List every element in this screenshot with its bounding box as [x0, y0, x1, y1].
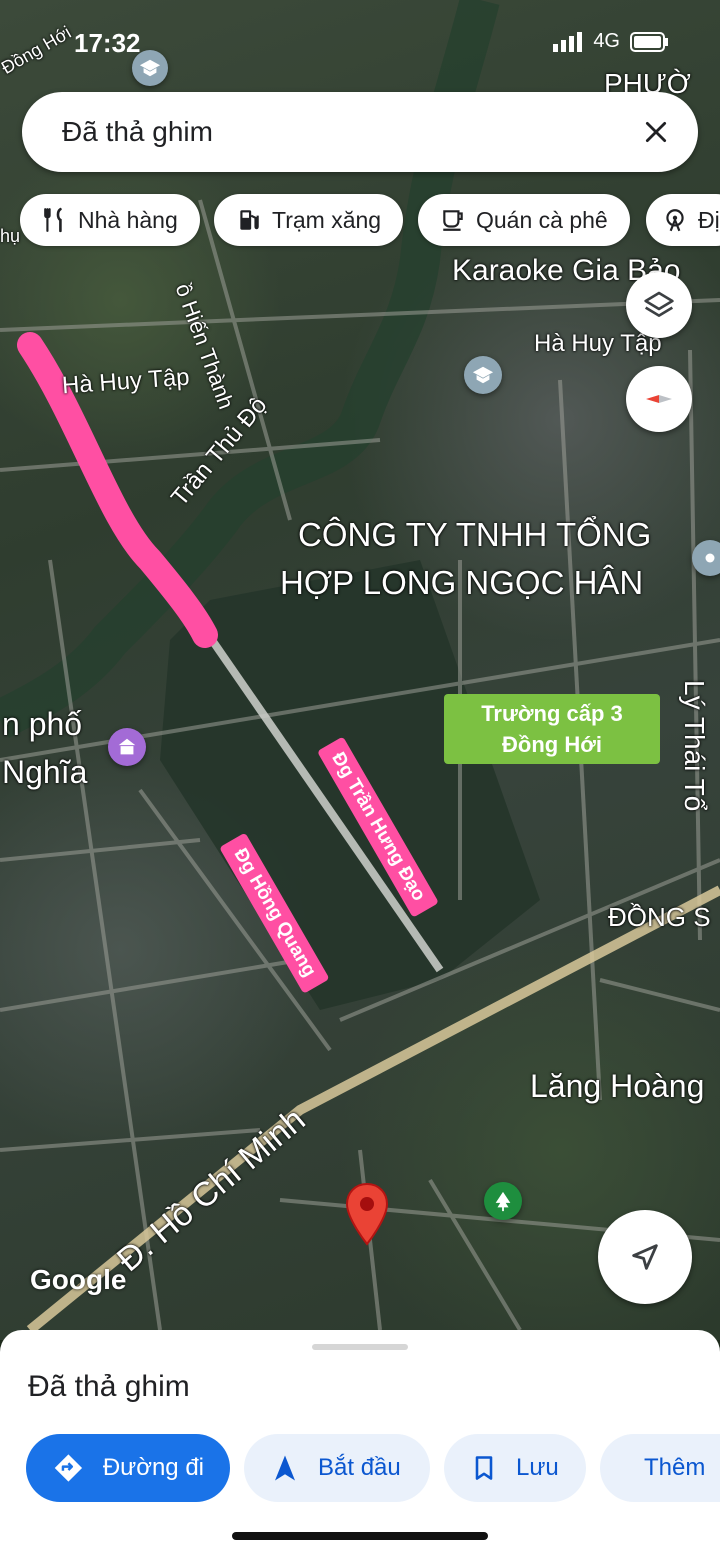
map-label-pho-line1: n phố — [2, 706, 83, 742]
chip-restaurants[interactable]: Nhà hàng — [20, 194, 200, 246]
layers-button[interactable] — [626, 272, 692, 338]
more-label: Thêm — [644, 1454, 706, 1481]
map-label-dong-s: ĐỒNG S — [608, 902, 711, 932]
chip-coffee[interactable]: Quán cà phê — [418, 194, 630, 246]
map-label-lang-hoang: Lăng Hoàng — [530, 1068, 705, 1104]
temple-icon — [118, 738, 136, 755]
temple-poi-marker[interactable] — [108, 728, 146, 766]
navigation-arrow-icon — [632, 1244, 658, 1270]
search-input[interactable]: Đã thả ghim — [62, 116, 624, 148]
signal-icon — [553, 31, 583, 52]
status-time: 17:32 — [74, 28, 141, 58]
map-label-hu: hụ — [0, 226, 21, 246]
bookmark-icon — [475, 1456, 493, 1480]
graduation-cap-icon — [472, 366, 494, 384]
close-icon — [645, 121, 667, 143]
pin-icon — [705, 553, 715, 563]
school-tag: Trường cấp 3 Đồng Hới — [444, 694, 660, 764]
map-label-pho-line2: Nghĩa — [2, 754, 88, 790]
navigation-arrow-icon — [275, 1455, 295, 1481]
chip-restaurants-label: Nhà hàng — [78, 206, 178, 233]
dropped-pin-icon[interactable] — [344, 1182, 390, 1248]
google-logo: Google — [30, 1264, 127, 1295]
place-title: Đã thả ghim — [28, 1370, 190, 1403]
school-poi-marker[interactable] — [464, 356, 502, 394]
chip-coffee-label: Quán cà phê — [476, 206, 608, 233]
map-label-ly-thai-to: Lý Thái Tổ — [679, 680, 710, 812]
sheet-drag-handle[interactable] — [312, 1344, 408, 1350]
search-bar[interactable]: Đã thả ghim — [22, 92, 698, 172]
layers-icon — [644, 291, 674, 317]
battery-icon — [630, 31, 668, 52]
chip-gas-stations[interactable]: Trạm xăng — [214, 194, 404, 246]
park-poi-marker[interactable] — [484, 1182, 522, 1220]
status-icons: 4G — [553, 30, 670, 53]
home-indicator[interactable] — [232, 1532, 488, 1540]
school-tag-line1: Trường cấp 3 — [481, 701, 623, 726]
tree-icon — [495, 1191, 511, 1212]
network-type: 4G — [593, 30, 620, 52]
school-tag-line2: Đồng Hới — [502, 732, 602, 757]
directions-button[interactable]: Đường đi — [26, 1434, 230, 1502]
chip-attractions-label: Đị — [698, 206, 720, 233]
map-label-company-line1: CÔNG TY TNHH TỔNG — [298, 516, 652, 553]
fork-knife-icon — [44, 207, 62, 233]
compass-button[interactable] — [626, 366, 692, 432]
start-label: Bắt đầu — [318, 1454, 401, 1481]
map-label-company-line2: HỢP LONG NGỌC HÂN — [280, 564, 644, 601]
more-button[interactable]: Thêm — [600, 1434, 720, 1502]
start-button[interactable]: Bắt đầu — [244, 1434, 430, 1502]
close-button[interactable] — [624, 100, 688, 164]
my-location-button[interactable] — [598, 1210, 692, 1304]
place-poi-marker-right[interactable] — [692, 540, 720, 576]
directions-icon — [54, 1454, 83, 1482]
chip-attractions[interactable]: Đị — [646, 194, 720, 246]
graduation-cap-icon — [139, 59, 161, 77]
save-button[interactable]: Lưu — [444, 1434, 586, 1502]
ferris-wheel-icon — [666, 209, 684, 232]
coffee-cup-icon — [443, 210, 463, 231]
compass-icon — [646, 395, 672, 403]
map-label-ha-huy-tap-right: Hà Huy Tập — [534, 330, 662, 357]
directions-label: Đường đi — [102, 1454, 204, 1481]
chip-gas-stations-label: Trạm xăng — [272, 206, 382, 233]
bottom-sheet[interactable]: Đã thả ghim Đường đi Bắt đầu Lưu Thêm — [0, 1330, 720, 1554]
save-label: Lưu — [516, 1454, 559, 1481]
gas-station-icon — [240, 210, 259, 230]
